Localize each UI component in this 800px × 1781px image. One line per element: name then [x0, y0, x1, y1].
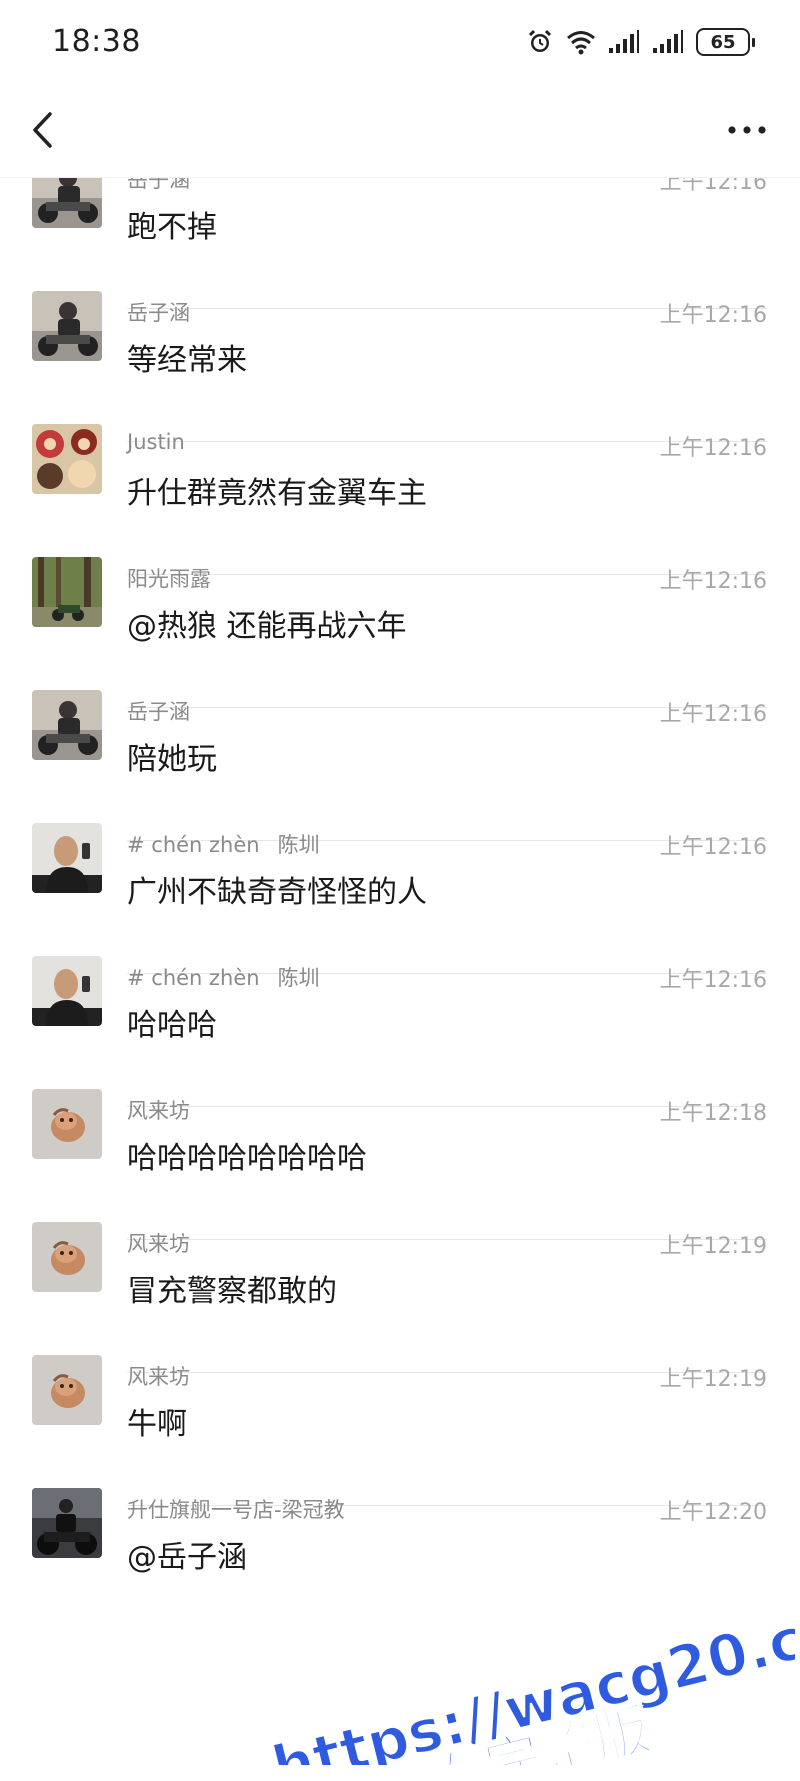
sender-name: 岳子涵	[127, 696, 190, 726]
wifi-icon	[566, 29, 596, 55]
avatar[interactable]	[32, 1355, 102, 1425]
sender-name: 风来坊	[127, 1095, 190, 1125]
back-button[interactable]	[22, 104, 62, 156]
status-bar: 18:38 65	[0, 0, 800, 82]
sender-nickname: 风来坊	[127, 1365, 190, 1389]
message-text: @岳子涵	[127, 1540, 247, 1575]
message-time: 上午12:18	[659, 1101, 767, 1126]
status-time: 18:38	[52, 24, 141, 59]
message-row[interactable]: 风来坊 上午12:19 冒充警察都敢的	[0, 1222, 800, 1373]
message-time: 上午12:16	[659, 569, 767, 594]
avatar[interactable]	[32, 823, 102, 893]
alarm-icon	[526, 28, 554, 56]
avatar[interactable]	[32, 1089, 102, 1159]
more-button[interactable]	[720, 108, 774, 152]
sender-nickname: 阳光雨露	[127, 567, 211, 591]
message-row[interactable]: 风来坊 上午12:19 牛啊	[0, 1355, 800, 1506]
message-text: 升仕群竟然有金翼车主	[127, 476, 427, 511]
sender-nickname: # chén zhèn	[127, 833, 260, 857]
sender-nickname: 岳子涵	[127, 301, 190, 325]
message-text: 牛啊	[127, 1407, 187, 1442]
sender-name: 岳子涵	[127, 297, 190, 327]
avatar[interactable]	[32, 1222, 102, 1292]
avatar[interactable]	[32, 1488, 102, 1558]
message-row[interactable]: 岳子涵 上午12:16 陪她玩	[0, 690, 800, 841]
sender-name: Justin	[127, 430, 185, 454]
message-text: 冒充警察都敢的	[127, 1274, 337, 1309]
battery-icon: 65	[696, 28, 755, 56]
avatar[interactable]	[32, 956, 102, 1026]
sender-nickname: # chén zhèn	[127, 966, 260, 990]
avatar[interactable]	[32, 557, 102, 627]
message-row[interactable]: Justin 上午12:16 升仕群竟然有金翼车主	[0, 424, 800, 575]
message-list[interactable]: 岳子涵 上午12:16 跑不掉 岳子涵 上午12:16 等经常来 Justin 上午12:16…	[0, 178, 800, 1781]
message-row[interactable]: 岳子涵 上午12:16 等经常来	[0, 291, 800, 442]
message-text: 哈哈哈	[127, 1008, 217, 1043]
message-text: 等经常来	[127, 343, 247, 378]
message-time: 上午12:19	[659, 1367, 767, 1392]
chevron-left-icon	[33, 112, 52, 148]
nav-bar	[0, 82, 800, 178]
message-time: 上午12:16	[659, 968, 767, 993]
message-row[interactable]: 岳子涵 上午12:16 跑不掉	[0, 178, 800, 309]
sender-name: 升仕旗舰一号店-梁冠教	[127, 1494, 345, 1524]
sender-name: 阳光雨露	[127, 563, 211, 593]
message-time: 上午12:16	[659, 303, 767, 328]
avatar[interactable]	[32, 690, 102, 760]
sender-remark: 陈圳	[277, 966, 320, 990]
sender-nickname: 升仕旗舰一号店-梁冠教	[127, 1498, 345, 1522]
sender-nickname: 岳子涵	[127, 178, 190, 192]
message-time: 上午12:20	[659, 1500, 767, 1525]
sender-name: 风来坊	[127, 1228, 190, 1258]
message-text: 陪她玩	[127, 742, 217, 777]
message-time: 上午12:16	[659, 178, 767, 195]
message-time: 上午12:16	[659, 436, 767, 461]
message-time: 上午12:16	[659, 835, 767, 860]
sender-nickname: 风来坊	[127, 1099, 190, 1123]
message-row[interactable]: # chén zhèn 陈圳 上午12:16 广州不缺奇奇怪怪的人	[0, 823, 800, 974]
signal-icon	[652, 30, 684, 54]
message-row[interactable]: 风来坊 上午12:18 哈哈哈哈哈哈哈哈	[0, 1089, 800, 1240]
sender-name: # chén zhèn 陈圳	[127, 962, 320, 992]
sender-nickname: 风来坊	[127, 1232, 190, 1256]
more-dots-icon	[728, 126, 766, 134]
sender-name: # chén zhèn 陈圳	[127, 829, 320, 859]
message-text: 跑不掉	[127, 210, 217, 245]
sender-remark: 陈圳	[277, 833, 320, 857]
avatar[interactable]	[32, 424, 102, 494]
sender-nickname: 岳子涵	[127, 700, 190, 724]
message-row[interactable]: 升仕旗舰一号店-梁冠教 上午12:20 @岳子涵	[0, 1488, 800, 1639]
sender-nickname: Justin	[127, 430, 185, 454]
message-row[interactable]: 阳光雨露 上午12:16 @热狼 还能再战六年	[0, 557, 800, 708]
message-time: 上午12:16	[659, 702, 767, 727]
avatar[interactable]	[32, 178, 102, 228]
message-time: 上午12:19	[659, 1234, 767, 1259]
sender-name: 岳子涵	[127, 178, 190, 194]
message-text: 广州不缺奇奇怪怪的人	[127, 875, 427, 910]
message-text: @热狼 还能再战六年	[127, 609, 407, 644]
avatar[interactable]	[32, 291, 102, 361]
signal-icon	[608, 30, 640, 54]
sender-name: 风来坊	[127, 1361, 190, 1391]
status-icons: 65	[526, 26, 755, 58]
message-row[interactable]: # chén zhèn 陈圳 上午12:16 哈哈哈	[0, 956, 800, 1107]
message-text: 哈哈哈哈哈哈哈哈	[127, 1141, 367, 1176]
